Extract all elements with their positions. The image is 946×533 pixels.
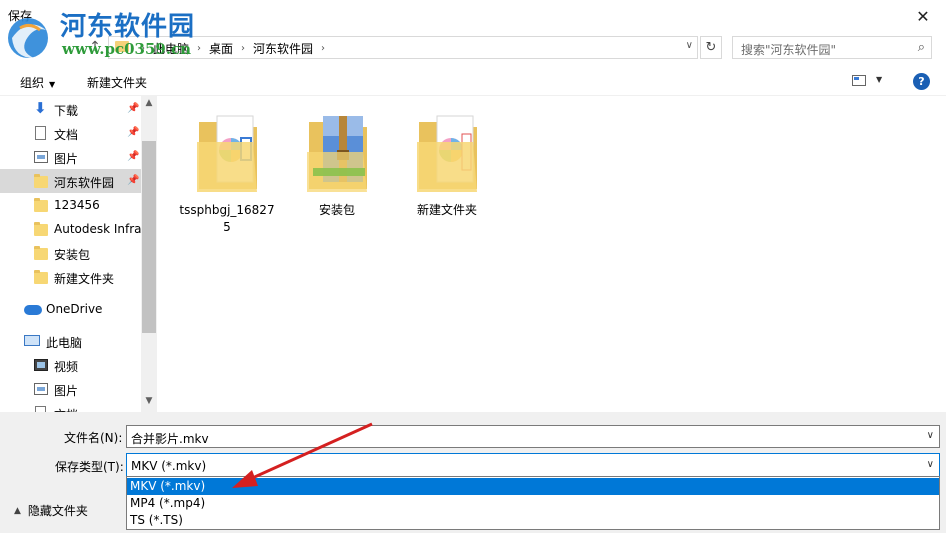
sidebar-item-new-folder[interactable]: 新建文件夹 [0,265,141,289]
filetype-select[interactable]: MKV (*.mkv) ∨ [126,453,940,477]
sidebar-item-label: 图片 [54,152,79,166]
help-button[interactable]: ? [913,73,930,90]
refresh-button[interactable]: ↻ [700,36,722,59]
video-icon [34,359,48,371]
navigation-pane: ⬇ 下载 📌 文档 📌 图片 📌 河东软件园 📌 123456 Autodesk… [0,96,157,412]
folder-icon [34,222,48,236]
folder-icon [34,270,48,284]
address-bar[interactable]: › 此电脑 › 桌面 › 河东软件园 › ∨ [108,36,698,59]
sidebar-item-label: Autodesk Infra [54,222,142,236]
watermark-url: www.pc0359.cn [62,40,192,58]
refresh-icon: ↻ [705,40,717,55]
sidebar-item-documents[interactable]: 文档 📌 [0,121,141,145]
filetype-value: MKV (*.mkv) [131,459,207,473]
chevron-down-icon[interactable]: ∨ [927,430,934,441]
breadcrumb-hedong[interactable]: 河东软件园 [253,40,313,57]
folder-with-media-icon [197,115,257,192]
sidebar-item-123456[interactable]: 123456 [0,193,141,217]
sidebar-item-pictures[interactable]: 图片 📌 [0,145,141,169]
sidebar-item-autodesk[interactable]: Autodesk Infra [0,217,142,241]
file-name: 安装包 [318,203,355,217]
download-arrow-icon: ⬇ [34,99,47,117]
file-name: tssphbgj_168275 [179,203,275,234]
search-icon: ⌕ [917,40,925,55]
breadcrumb-separator[interactable]: › [197,43,201,54]
chevron-down-icon[interactable]: ∨ [927,459,934,470]
folder-with-archive-icon [307,116,367,192]
organize-button[interactable]: 组织 ▼ [20,74,55,91]
sidebar-item-pc-pictures[interactable]: 图片 [0,377,141,401]
save-dialog: 保存 ✕ ↑ › 此电脑 › 桌面 › 河东软件园 › ∨ ↻ 搜索"河东软件园… [0,0,946,533]
filename-value[interactable]: 合并影片.mkv [131,430,209,447]
this-pc-icon [24,335,40,346]
toolbar: 组织 ▼ 新建文件夹 ▼ ? [0,66,946,96]
scroll-down-icon[interactable]: ▼ [141,396,157,410]
sidebar-item-label: 安装包 [54,248,91,262]
scroll-up-icon[interactable]: ▲ [141,98,157,112]
new-folder-button[interactable]: 新建文件夹 [87,74,147,91]
breadcrumb-separator[interactable]: › [321,43,325,54]
sidebar-item-hedong[interactable]: 河东软件园 📌 [0,169,141,193]
watermark-brand: 河东软件园 [60,12,196,42]
sidebar-item-videos[interactable]: 视频 [0,353,141,377]
sidebar-item-onedrive[interactable]: OneDrive [0,297,141,321]
filetype-option-ts[interactable]: TS (*.TS) [127,512,939,529]
pin-icon[interactable]: 📌 [127,127,139,138]
onedrive-cloud-icon [24,305,42,315]
sidebar-item-label: 新建文件夹 [54,272,115,286]
caret-down-icon: ▼ [49,80,56,89]
sidebar-item-pc-documents[interactable]: 文档 [0,401,141,412]
folder-icon [34,246,48,260]
pin-icon[interactable]: 📌 [127,103,139,114]
sidebar-item-label: OneDrive [46,302,103,316]
sidebar-item-label: 视频 [54,360,79,374]
view-mode-icon[interactable] [852,75,866,86]
folder-with-media-icon [417,115,477,192]
file-name: 新建文件夹 [416,203,477,217]
filename-label: 文件名(N): [64,431,123,445]
filetype-option-mkv[interactable]: MKV (*.mkv) [127,478,939,495]
search-box[interactable]: 搜索"河东软件园" ⌕ [732,36,932,59]
sidebar-item-label: 图片 [54,384,79,398]
sidebar-item-this-pc[interactable]: 此电脑 [0,329,141,353]
breadcrumb-desktop[interactable]: 桌面 [209,40,233,57]
filename-field[interactable]: 合并影片.mkv ∨ [126,425,940,448]
save-options: 文件名(N): 合并影片.mkv ∨ 保存类型(T): MKV (*.mkv) … [0,412,946,533]
sidebar-item-label: 河东软件园 [54,176,115,190]
sidebar-item-label: 123456 [54,198,100,212]
caret-up-icon: ▲ [14,505,21,516]
sidebar-item-label: 下载 [54,104,79,118]
folder-icon [34,174,48,188]
chevron-down-icon[interactable]: ∨ [686,40,693,51]
breadcrumb-separator[interactable]: › [241,43,245,54]
sidebar-item-downloads[interactable]: ⬇ 下载 📌 [0,97,141,121]
folder-icon [34,198,48,212]
organize-label: 组织 [20,76,45,90]
close-button[interactable]: ✕ [900,0,946,32]
filetype-dropdown-list: MKV (*.mkv) MP4 (*.mp4) TS (*.TS) [126,476,940,530]
sidebar-item-install-packages[interactable]: 安装包 [0,241,141,265]
filetype-label: 保存类型(T): [55,460,124,474]
scroll-thumb[interactable] [142,141,156,333]
hide-folders-label: 隐藏文件夹 [27,504,88,518]
nav-scrollbar[interactable]: ▲ ▼ [141,96,157,412]
document-icon [35,126,46,140]
sidebar-item-label: 此电脑 [46,336,83,350]
caret-down-icon[interactable]: ▼ [876,75,882,84]
pictures-icon [34,383,48,395]
filetype-option-mp4[interactable]: MP4 (*.mp4) [127,495,939,512]
watermark-logo [8,18,48,58]
pin-icon[interactable]: 📌 [127,151,139,162]
search-input[interactable]: 搜索"河东软件园" [741,41,836,58]
pictures-icon [34,151,48,163]
hide-folders-toggle[interactable]: ▲ 隐藏文件夹 [14,502,88,519]
pin-icon[interactable]: 📌 [127,175,139,186]
sidebar-item-label: 文档 [54,128,79,142]
file-list: tssphbgj_168275 安装包 新建文件夹 [157,96,946,412]
